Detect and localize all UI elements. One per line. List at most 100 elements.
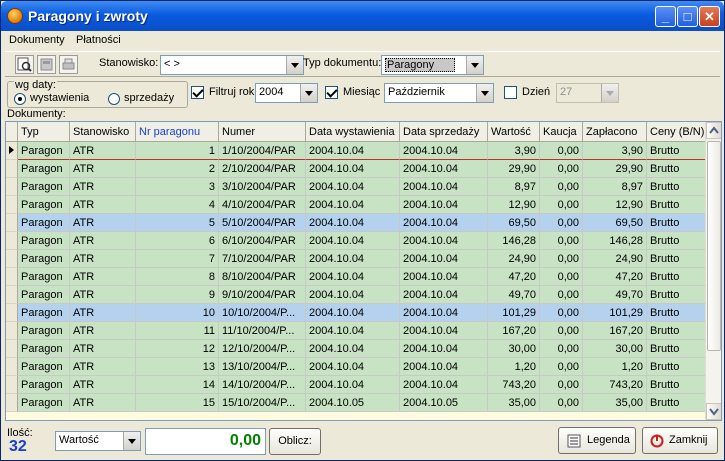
- table-row[interactable]: Paragon ATR 2 2/10/2004/PAR 2004.10.04 2004.1…: [6, 160, 707, 178]
- miesiac-label[interactable]: Miesiąc: [343, 86, 380, 98]
- column-header-numer[interactable]: Numer: [219, 122, 306, 142]
- cell-ceny: Brutto: [647, 142, 707, 160]
- dzien-value: 27: [560, 86, 573, 98]
- row-indicator[interactable]: [6, 286, 18, 304]
- row-indicator[interactable]: [6, 196, 18, 214]
- radio-sprzedazy-label[interactable]: sprzedaży: [124, 92, 174, 104]
- row-indicator[interactable]: [6, 340, 18, 358]
- maximize-button[interactable]: □: [677, 6, 698, 27]
- row-pointer-icon: [9, 146, 14, 154]
- column-header-kaucja[interactable]: Kaucja: [540, 122, 583, 142]
- preview-document-button[interactable]: [15, 55, 34, 74]
- cell-data_wyst: 2004.10.04: [306, 304, 400, 322]
- cell-ceny: Brutto: [647, 250, 707, 268]
- minimize-button[interactable]: _: [655, 6, 676, 27]
- zamknij-button[interactable]: Zamknij: [642, 427, 718, 454]
- table-row[interactable]: Paragon ATR 6 6/10/2004/PAR 2004.10.04 2004.1…: [6, 232, 707, 250]
- aggregate-field-select[interactable]: Wartość: [55, 431, 141, 451]
- column-header-stanowisko[interactable]: Stanowisko: [70, 122, 136, 142]
- cell-numer: 5/10/2004/PAR: [219, 214, 306, 232]
- cell-ceny: Brutto: [647, 214, 707, 232]
- edit-document-button[interactable]: [37, 55, 56, 74]
- table-row[interactable]: Paragon ATR 8 8/10/2004/PAR 2004.10.04 2004.1…: [6, 268, 707, 286]
- table-row[interactable]: Paragon ATR 7 7/10/2004/PAR 2004.10.04 2004.1…: [6, 250, 707, 268]
- cell-typ: Paragon: [18, 394, 70, 412]
- title-bar[interactable]: Paragony i zwroty _ □ ✕: [1, 1, 724, 31]
- row-indicator[interactable]: [6, 178, 18, 196]
- cell-ceny: Brutto: [647, 358, 707, 376]
- footer-bar: Ilość: 32 Wartość 0,00 Oblicz: Legenda Z…: [1, 423, 724, 461]
- cell-wartosc: 35,00: [488, 394, 540, 412]
- filtruj-rok-checkbox[interactable]: [191, 86, 204, 99]
- stanowisko-select[interactable]: < >: [160, 55, 304, 75]
- radio-sprzedazy[interactable]: [108, 93, 120, 105]
- row-indicator[interactable]: [6, 214, 18, 232]
- cell-numer: 11/10/2004/P...: [219, 322, 306, 340]
- row-indicator[interactable]: [6, 322, 18, 340]
- cell-stanowisko: ATR: [70, 196, 136, 214]
- table-row[interactable]: Paragon ATR 1 1/10/2004/PAR 2004.10.04 2004.1…: [6, 142, 707, 160]
- dzien-label[interactable]: Dzień: [522, 86, 550, 98]
- table-row[interactable]: Paragon ATR 9 9/10/2004/PAR 2004.10.04 2004.1…: [6, 286, 707, 304]
- current-row-indicator[interactable]: [6, 142, 18, 160]
- filtruj-rok-label[interactable]: Filtruj rok: [209, 86, 254, 98]
- table-row[interactable]: Paragon ATR 13 13/10/2004/P... 2004.10.04 200…: [6, 358, 707, 376]
- table-row[interactable]: Paragon ATR 12 12/10/2004/P... 2004.10.04 200…: [6, 340, 707, 358]
- documents-grid[interactable]: Typ Stanowisko Nr paragonu Numer Data wystaw…: [5, 121, 722, 421]
- column-header-zaplacono[interactable]: Zapłacono: [583, 122, 647, 142]
- cell-numer: 3/10/2004/PAR: [219, 178, 306, 196]
- cell-numer: 13/10/2004/P...: [219, 358, 306, 376]
- row-indicator[interactable]: [6, 232, 18, 250]
- table-row[interactable]: Paragon ATR 5 5/10/2004/PAR 2004.10.04 2004.1…: [6, 214, 707, 232]
- row-indicator[interactable]: [6, 160, 18, 178]
- column-header-data_wyst[interactable]: Data wystawienia: [306, 122, 400, 142]
- scroll-up-button[interactable]: [706, 122, 721, 139]
- dzien-checkbox[interactable]: [504, 86, 517, 99]
- print-document-button[interactable]: [59, 55, 78, 74]
- cell-stanowisko: ATR: [70, 340, 136, 358]
- column-header-typ[interactable]: Typ: [18, 122, 70, 142]
- table-row[interactable]: Paragon ATR 10 10/10/2004/P... 2004.10.04 200…: [6, 304, 707, 322]
- row-indicator[interactable]: [6, 394, 18, 412]
- menu-platnosci[interactable]: Płatności: [76, 34, 121, 46]
- close-button[interactable]: ✕: [699, 6, 720, 27]
- row-indicator[interactable]: [6, 358, 18, 376]
- cell-stanowisko: ATR: [70, 286, 136, 304]
- miesiac-select[interactable]: Październik: [384, 83, 494, 103]
- column-header-wartosc[interactable]: Wartość: [488, 122, 540, 142]
- row-indicator[interactable]: [6, 304, 18, 322]
- vertical-scrollbar[interactable]: [705, 122, 721, 420]
- column-header-data_sprz[interactable]: Data sprzedaży: [400, 122, 488, 142]
- rok-select[interactable]: 2004: [255, 83, 318, 103]
- cell-kaucja: 0,00: [540, 358, 583, 376]
- table-row[interactable]: Paragon ATR 15 15/10/2004/P... 2004.10.05 200…: [6, 394, 707, 412]
- table-row[interactable]: Paragon ATR 4 4/10/2004/PAR 2004.10.04 2004.1…: [6, 196, 707, 214]
- cell-stanowisko: ATR: [70, 178, 136, 196]
- oblicz-button[interactable]: Oblicz:: [269, 428, 321, 455]
- scroll-thumb[interactable]: [707, 141, 721, 351]
- row-indicator[interactable]: [6, 250, 18, 268]
- cell-data_wyst: 2004.10.04: [306, 196, 400, 214]
- cell-ceny: Brutto: [647, 160, 707, 178]
- radio-wystawienia-label[interactable]: wystawienia: [30, 92, 89, 104]
- column-header-nr[interactable]: Nr paragonu: [136, 122, 219, 142]
- cell-wartosc: 3,90: [488, 142, 540, 160]
- menu-dokumenty[interactable]: Dokumenty: [9, 34, 65, 46]
- cell-wartosc: 12,90: [488, 196, 540, 214]
- row-indicator[interactable]: [6, 376, 18, 394]
- cell-kaucja: 0,00: [540, 340, 583, 358]
- cell-data_wyst: 2004.10.04: [306, 232, 400, 250]
- scroll-down-button[interactable]: [706, 403, 721, 420]
- table-row[interactable]: Paragon ATR 3 3/10/2004/PAR 2004.10.04 2004.1…: [6, 178, 707, 196]
- radio-wystawienia[interactable]: [14, 93, 26, 105]
- typ-dokumentu-select[interactable]: Paragony: [381, 55, 484, 75]
- table-row[interactable]: Paragon ATR 11 11/10/2004/P... 2004.10.04 200…: [6, 322, 707, 340]
- row-indicator[interactable]: [6, 268, 18, 286]
- miesiac-checkbox[interactable]: [325, 86, 338, 99]
- column-header-ceny[interactable]: Ceny (B/N): [647, 122, 707, 142]
- cell-ceny: Brutto: [647, 394, 707, 412]
- cell-kaucja: 0,00: [540, 322, 583, 340]
- table-row[interactable]: Paragon ATR 14 14/10/2004/P... 2004.10.04 200…: [6, 376, 707, 394]
- legenda-button[interactable]: Legenda: [558, 427, 636, 454]
- cell-data_sprz: 2004.10.04: [400, 250, 488, 268]
